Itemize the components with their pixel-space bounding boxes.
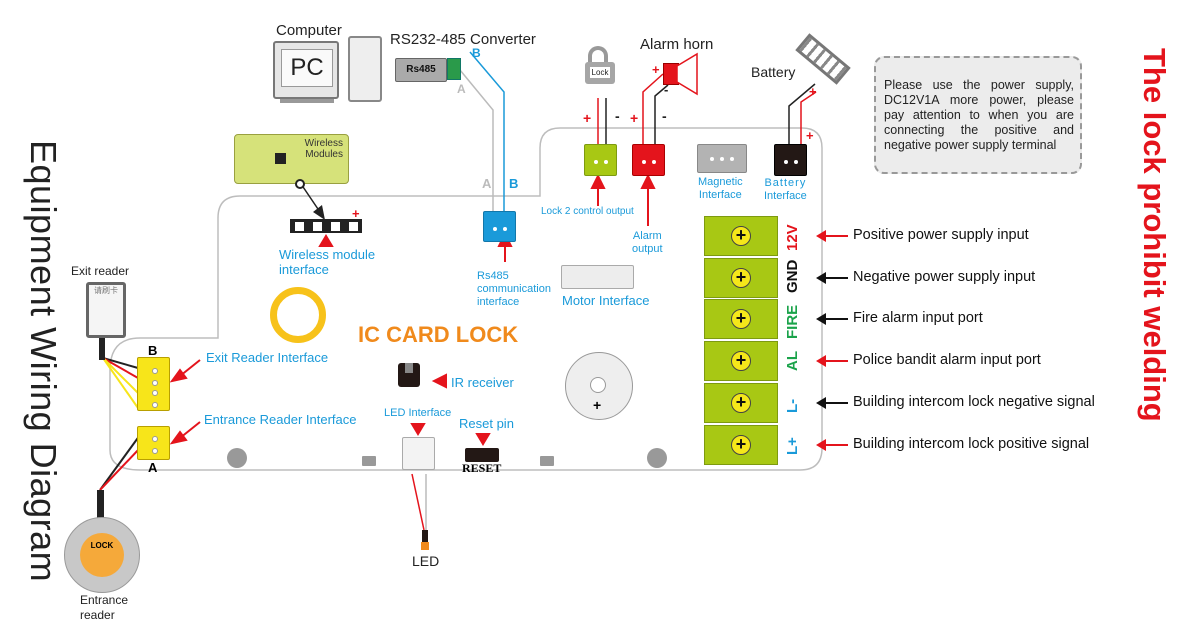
terminal-code: L-	[784, 398, 801, 413]
converter-b-label: B	[472, 46, 481, 60]
terminal-lplus: +	[704, 425, 778, 465]
terminal-description: Building intercom lock negative signal	[853, 394, 1095, 410]
rs485-b-label: B	[509, 176, 519, 191]
rs485-label: Rs485 communication interface	[477, 270, 551, 308]
screw-icon: +	[731, 351, 751, 371]
entrance-reader-label: Entrance reader	[80, 593, 129, 622]
horn-plus: +	[652, 62, 660, 77]
horn-bell	[677, 52, 698, 96]
terminal-description: Police bandit alarm input port	[853, 352, 1041, 368]
power-supply-note: Please use the power supply, DC12V1A mor…	[874, 56, 1082, 174]
screw-icon: +	[731, 393, 751, 413]
terminal-code: L+	[784, 437, 801, 455]
reset-label: RESET	[462, 461, 502, 475]
horn-minus: -	[664, 82, 669, 97]
exit-reader-icon: 请刷卡	[86, 282, 126, 338]
led-icon	[421, 542, 429, 550]
battery-terminal-plus: +	[806, 128, 814, 143]
motor-interface-label: Motor Interface	[562, 293, 650, 308]
alarm-output-connector	[632, 144, 665, 176]
buzzer: +	[565, 352, 633, 420]
exit-reader-label: Exit reader	[71, 264, 130, 278]
terminal-code: 12V	[784, 224, 801, 251]
led-label: LED	[412, 553, 440, 569]
motor-interface-connector	[561, 265, 634, 289]
board-title: IC CARD LOCK	[358, 322, 519, 347]
reset-pin-label: Reset pin	[459, 416, 514, 431]
smd-component	[540, 456, 554, 466]
terminal-code: AL	[784, 351, 801, 371]
entrance-reader-icon: LOCK	[64, 517, 140, 593]
mounting-hole	[227, 448, 247, 468]
terminal-al: +	[704, 341, 778, 381]
screw-icon: +	[731, 226, 751, 246]
converter-label: RS232-485 Converter	[390, 31, 536, 48]
entrance-reader-interface-label: Entrance Reader Interface	[204, 412, 357, 427]
terminal-fire: +	[704, 299, 778, 339]
battery-plus: +	[809, 84, 817, 99]
rs485-a-label: A	[482, 176, 492, 191]
port-a-label: A	[148, 460, 158, 475]
magnetic-interface-connector	[697, 144, 747, 173]
mounting-hole	[647, 448, 667, 468]
led-interface-connector	[402, 437, 435, 470]
exit-reader-port	[137, 357, 170, 411]
mounting-ring	[270, 287, 326, 343]
terminal-code: FIRE	[784, 304, 801, 339]
terminal-description: Fire alarm input port	[853, 310, 983, 326]
exit-reader-interface-label: Exit Reader Interface	[206, 350, 329, 365]
arrow-line	[822, 277, 848, 279]
module-pointer-dot	[295, 179, 305, 189]
entrance-reader-port	[137, 426, 170, 460]
computer-label: Computer	[276, 22, 342, 39]
chip-icon	[275, 153, 286, 164]
screw-icon: +	[731, 435, 751, 455]
terminal-gnd: +	[704, 258, 778, 298]
terminal-code: GND	[784, 259, 801, 293]
terminal-description: Building intercom lock positive signal	[853, 436, 1090, 452]
smd-component	[362, 456, 376, 466]
converter-terminal	[447, 58, 461, 80]
led-interface-label: LED Interface	[384, 407, 452, 419]
alarm-output-label: Alarm output	[632, 230, 663, 255]
alarm-minus: -	[662, 108, 667, 124]
arrow-line	[822, 402, 848, 404]
computer-tower-icon	[348, 36, 382, 102]
wireless-plus: +	[352, 206, 360, 221]
rs485-converter-icon: Rs485	[395, 58, 447, 82]
wireless-module-interface	[290, 219, 362, 233]
battery-interface-label: Battery Interface	[764, 177, 807, 202]
arrow-line	[822, 360, 848, 362]
alarm-horn-label: Alarm horn	[640, 36, 714, 53]
lock-plus: +	[583, 110, 592, 126]
lock-minus: -	[615, 108, 620, 124]
ir-receiver-icon	[398, 363, 420, 387]
screw-icon: +	[731, 309, 751, 329]
lock-icon: Lock	[585, 62, 615, 84]
rs485-interface	[483, 211, 516, 242]
computer-monitor-icon: PC	[273, 41, 339, 99]
terminal-lminus: +	[704, 383, 778, 423]
computer-stand	[280, 99, 334, 103]
battery-label: Battery	[751, 64, 796, 80]
lock2-output-label: Lock 2 control output	[541, 206, 634, 217]
terminal-12v: +	[704, 216, 778, 256]
battery-interface-connector	[774, 144, 807, 176]
arrow-line	[822, 318, 848, 320]
wireless-interface-label: Wireless module interface	[279, 247, 376, 277]
reset-pin[interactable]	[465, 448, 499, 462]
alarm-plus: +	[630, 110, 639, 126]
wireless-module-icon: Wireless Modules	[234, 134, 349, 189]
terminal-description: Positive power supply input	[853, 227, 1029, 243]
arrow-line	[822, 235, 848, 237]
arrow-line	[822, 444, 848, 446]
terminal-description: Negative power supply input	[853, 269, 1036, 285]
magnetic-interface-label: Magnetic Interface	[698, 176, 743, 201]
ir-receiver-label: IR receiver	[451, 375, 514, 390]
lock2-output-connector	[584, 144, 617, 176]
port-b-label: B	[148, 343, 158, 358]
converter-a-label: A	[457, 82, 466, 96]
screw-icon: +	[731, 268, 751, 288]
